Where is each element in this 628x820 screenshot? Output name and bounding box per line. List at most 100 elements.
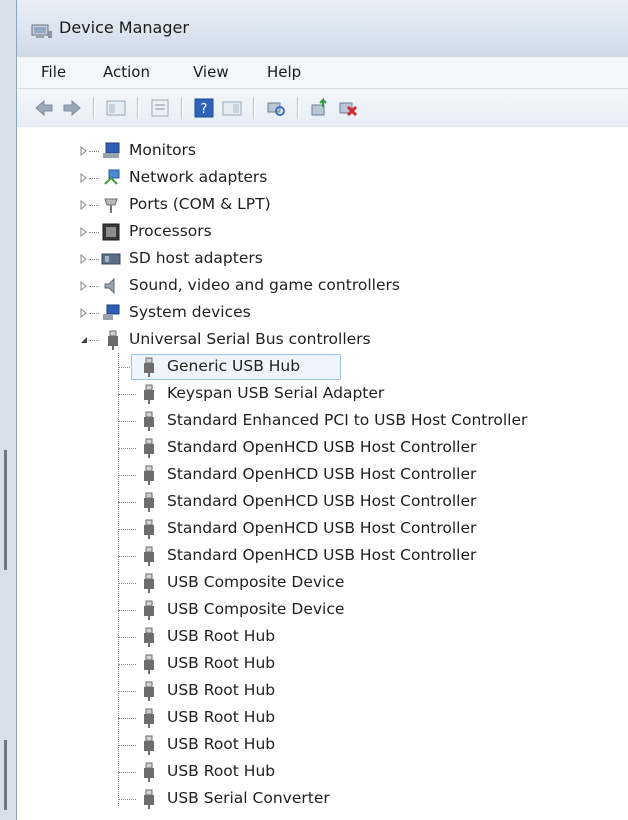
tree-connector xyxy=(118,475,136,476)
tree-connector xyxy=(118,502,136,503)
network-adapter-icon xyxy=(104,169,120,185)
usb-device-label: USB Composite Device xyxy=(167,573,345,591)
usb-device-icon xyxy=(144,519,154,539)
usb-device-icon xyxy=(144,627,154,647)
usb-device-label: Standard OpenHCD USB Host Controller xyxy=(167,546,477,564)
usb-device-label: USB Root Hub xyxy=(167,762,276,780)
help-icon[interactable]: ? xyxy=(193,97,215,119)
usb-device-row[interactable]: Standard OpenHCD USB Host Controller xyxy=(17,434,628,461)
usb-device-row[interactable]: Keyspan USB Serial Adapter xyxy=(17,380,628,407)
tree-node-label: Sound, video and game controllers xyxy=(129,276,400,294)
usb-device-row[interactable]: Generic USB Hub xyxy=(17,353,628,380)
expand-arrow-icon[interactable] xyxy=(79,308,89,318)
update-driver-icon[interactable] xyxy=(309,97,331,119)
usb-device-row[interactable]: Standard OpenHCD USB Host Controller xyxy=(17,488,628,515)
usb-device-row[interactable]: Standard OpenHCD USB Host Controller xyxy=(17,461,628,488)
show-hide-icon[interactable] xyxy=(105,97,127,119)
speaker-icon xyxy=(104,277,115,295)
tree-connector xyxy=(89,313,99,314)
expand-arrow-icon[interactable] xyxy=(79,146,89,156)
tree-node-usb-controllers[interactable]: Universal Serial Bus controllers xyxy=(17,326,628,353)
tree-connector xyxy=(118,745,136,746)
tree-node-system-devices[interactable]: System devices xyxy=(17,299,628,326)
expand-arrow-icon[interactable] xyxy=(79,254,89,264)
usb-device-icon xyxy=(144,438,154,458)
usb-device-row[interactable]: USB Root Hub xyxy=(17,731,628,758)
menu-view[interactable]: View xyxy=(193,63,229,81)
usb-device-icon xyxy=(144,465,154,485)
title-bar[interactable]: Device Manager xyxy=(17,0,628,56)
tree-node-label: Processors xyxy=(129,222,212,240)
menu-file[interactable]: File xyxy=(41,63,66,81)
usb-device-icon xyxy=(144,357,154,377)
toolbar: ? xyxy=(17,88,628,128)
expand-arrow-icon[interactable] xyxy=(79,227,89,237)
usb-device-icon xyxy=(144,708,154,728)
tree-node-network-adapters[interactable]: Network adapters xyxy=(17,164,628,191)
usb-device-row[interactable]: USB Root Hub xyxy=(17,704,628,731)
tree-connector xyxy=(89,286,99,287)
uninstall-icon[interactable] xyxy=(337,97,359,119)
usb-device-row[interactable]: Standard OpenHCD USB Host Controller xyxy=(17,515,628,542)
toolbar-separator xyxy=(181,97,183,119)
scan-hardware-icon[interactable] xyxy=(265,97,287,119)
properties-icon[interactable] xyxy=(149,97,171,119)
tree-connector xyxy=(118,799,136,800)
usb-device-label: Standard OpenHCD USB Host Controller xyxy=(167,492,477,510)
usb-device-label: USB Root Hub xyxy=(167,735,276,753)
window-title: Device Manager xyxy=(59,18,189,37)
tree-node-sound-video-game[interactable]: Sound, video and game controllers xyxy=(17,272,628,299)
menu-help[interactable]: Help xyxy=(267,63,301,81)
expand-arrow-icon[interactable] xyxy=(79,281,89,291)
usb-device-icon xyxy=(144,681,154,701)
tree-node-sd-host-adapters[interactable]: SD host adapters xyxy=(17,245,628,272)
tree-connector xyxy=(118,583,136,584)
expand-arrow-icon[interactable] xyxy=(79,200,89,210)
usb-device-row[interactable]: USB Serial Converter xyxy=(17,785,628,812)
usb-device-label: USB Composite Device xyxy=(167,600,345,618)
usb-device-label: Generic USB Hub xyxy=(167,357,301,375)
tree-node-label: System devices xyxy=(129,303,251,321)
menu-bar: File Action View Help xyxy=(17,56,628,89)
usb-device-label: USB Root Hub xyxy=(167,708,276,726)
tree-connector xyxy=(118,448,136,449)
toolbar-separator xyxy=(137,97,139,119)
collapse-arrow-icon[interactable] xyxy=(79,335,89,345)
usb-device-row[interactable]: Standard Enhanced PCI to USB Host Contro… xyxy=(17,407,628,434)
usb-device-icon xyxy=(144,492,154,512)
toolbar-separator xyxy=(253,97,255,119)
tree-connector xyxy=(118,664,136,665)
tree-node-monitors[interactable]: Monitors xyxy=(17,137,628,164)
usb-device-label: USB Root Hub xyxy=(167,654,276,672)
tree-connector xyxy=(118,556,136,557)
tree-connector xyxy=(89,232,99,233)
tree-connector xyxy=(118,529,136,530)
tree-connector xyxy=(118,691,136,692)
action-pane-icon[interactable] xyxy=(221,97,243,119)
expand-arrow-icon[interactable] xyxy=(79,173,89,183)
tree-node-processors[interactable]: Processors xyxy=(17,218,628,245)
usb-device-row[interactable]: USB Root Hub xyxy=(17,650,628,677)
tree-connector xyxy=(118,718,136,719)
back-icon[interactable] xyxy=(33,97,55,119)
usb-device-row[interactable]: USB Root Hub xyxy=(17,623,628,650)
tree-node-label: Universal Serial Bus controllers xyxy=(129,330,371,348)
tree-node-label: Monitors xyxy=(129,141,196,159)
forward-icon[interactable] xyxy=(61,97,83,119)
usb-device-label: Standard OpenHCD USB Host Controller xyxy=(167,519,477,537)
usb-device-row[interactable]: USB Composite Device xyxy=(17,569,628,596)
usb-device-row[interactable]: Standard OpenHCD USB Host Controller xyxy=(17,542,628,569)
tree-connector xyxy=(89,151,99,152)
menu-action[interactable]: Action xyxy=(103,63,150,81)
usb-device-row[interactable]: USB Root Hub xyxy=(17,758,628,785)
usb-device-icon xyxy=(144,600,154,620)
usb-device-row[interactable]: USB Composite Device xyxy=(17,596,628,623)
sd-adapter-icon xyxy=(101,253,121,265)
usb-device-label: USB Root Hub xyxy=(167,627,276,645)
tree-node-ports[interactable]: Ports (COM & LPT) xyxy=(17,191,628,218)
usb-device-row[interactable]: USB Root Hub xyxy=(17,677,628,704)
usb-device-label: USB Serial Converter xyxy=(167,789,330,807)
tree-connector xyxy=(118,421,136,422)
device-manager-icon xyxy=(31,24,52,38)
monitor-icon xyxy=(103,142,120,158)
